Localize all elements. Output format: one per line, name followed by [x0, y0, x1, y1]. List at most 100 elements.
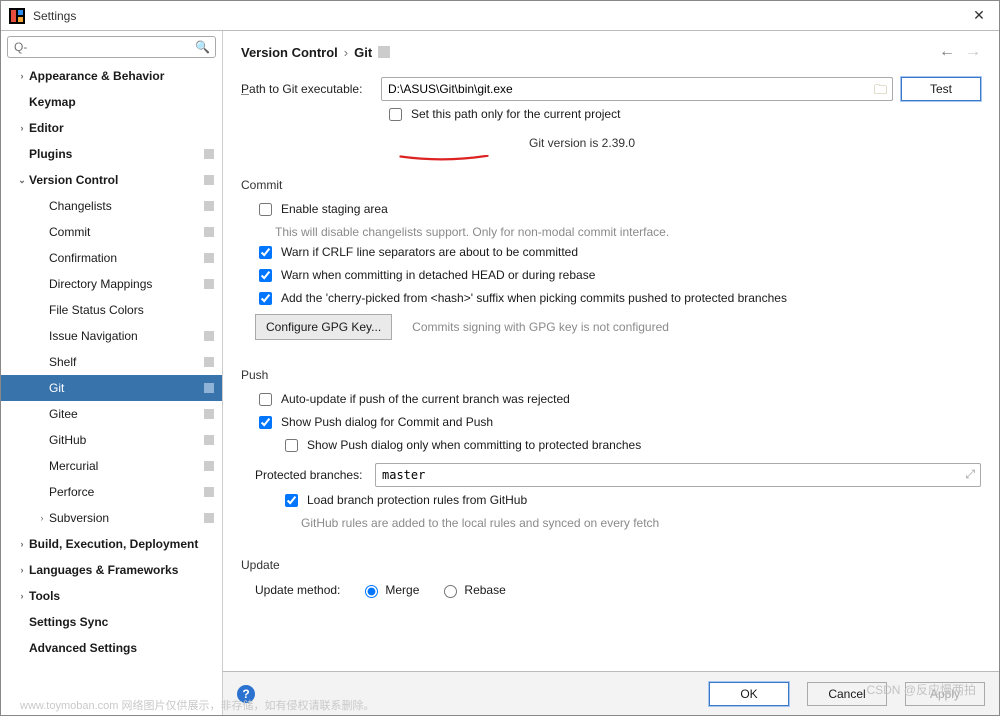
sidebar-item-languages-frameworks[interactable]: ›Languages & Frameworks	[1, 557, 222, 583]
sidebar-item-label: Subversion	[49, 511, 198, 525]
scope-icon	[202, 381, 216, 395]
git-path-input[interactable]	[381, 77, 893, 101]
show-push-checkbox[interactable]	[259, 416, 272, 429]
sidebar-item-label: Build, Execution, Deployment	[29, 537, 216, 551]
settings-tree[interactable]: ›Appearance & Behavior Keymap ›Editor Plugi…	[1, 63, 222, 715]
titlebar: Settings ✕	[1, 1, 999, 31]
warn-detached-label: Warn when committing in detached HEAD or…	[281, 268, 595, 282]
sidebar-item-label: File Status Colors	[49, 303, 216, 317]
load-rules-label: Load branch protection rules from GitHub	[307, 493, 527, 507]
show-push-protected-checkbox[interactable]	[285, 439, 298, 452]
sidebar-item-issue-navigation[interactable]: Issue Navigation	[1, 323, 222, 349]
sidebar-item-build-execution-deployment[interactable]: ›Build, Execution, Deployment	[1, 531, 222, 557]
scope-icon	[202, 225, 216, 239]
sidebar-item-appearance-behavior[interactable]: ›Appearance & Behavior	[1, 63, 222, 89]
configure-gpg-button[interactable]: Configure GPG Key...	[255, 314, 392, 340]
sidebar-item-label: Plugins	[29, 147, 198, 161]
sidebar: 🔍 ›Appearance & Behavior Keymap ›Editor Plu…	[1, 31, 223, 715]
sidebar-item-settings-sync[interactable]: Settings Sync	[1, 609, 222, 635]
sidebar-item-label: Mercurial	[49, 459, 198, 473]
sidebar-item-label: Confirmation	[49, 251, 198, 265]
sidebar-item-shelf[interactable]: Shelf	[1, 349, 222, 375]
scope-icon	[202, 511, 216, 525]
scope-icon	[202, 407, 216, 421]
protected-branches-input[interactable]	[375, 463, 981, 487]
sidebar-item-label: Version Control	[29, 173, 198, 187]
warn-crlf-label: Warn if CRLF line separators are about t…	[281, 245, 578, 259]
sidebar-item-file-status-colors[interactable]: File Status Colors	[1, 297, 222, 323]
sidebar-item-tools[interactable]: ›Tools	[1, 583, 222, 609]
rebase-label: Rebase	[464, 583, 505, 597]
sidebar-item-label: Issue Navigation	[49, 329, 198, 343]
enable-staging-checkbox[interactable]	[259, 203, 272, 216]
sidebar-item-plugins[interactable]: Plugins	[1, 141, 222, 167]
update-section-title: Update	[241, 558, 981, 572]
sidebar-item-label: Tools	[29, 589, 216, 603]
cherry-pick-label: Add the 'cherry-picked from <hash>' suff…	[281, 291, 787, 305]
push-section-title: Push	[241, 368, 981, 382]
sidebar-item-github[interactable]: GitHub	[1, 427, 222, 453]
test-button[interactable]: Test	[901, 77, 981, 101]
sidebar-item-label: GitHub	[49, 433, 198, 447]
sidebar-item-label: Keymap	[29, 95, 216, 109]
watermark-author: CSDN @反应慢两拍	[866, 681, 976, 698]
scope-icon	[202, 459, 216, 473]
window-title: Settings	[33, 9, 967, 23]
search-icon: 🔍	[195, 40, 210, 54]
sidebar-item-label: Advanced Settings	[29, 641, 216, 655]
sidebar-item-label: Directory Mappings	[49, 277, 198, 291]
git-version-text: Git version is 2.39.0	[529, 136, 635, 150]
ok-button[interactable]: OK	[709, 682, 789, 706]
sidebar-item-confirmation[interactable]: Confirmation	[1, 245, 222, 271]
sidebar-item-label: Shelf	[49, 355, 198, 369]
forward-icon[interactable]: →	[965, 43, 981, 61]
sidebar-item-label: Git	[49, 381, 198, 395]
breadcrumb-root[interactable]: Version Control	[241, 45, 338, 60]
show-push-protected-label: Show Push dialog only when committing to…	[307, 438, 641, 452]
merge-label: Merge	[385, 583, 419, 597]
sidebar-item-changelists[interactable]: Changelists	[1, 193, 222, 219]
breadcrumb-sep: ›	[344, 45, 348, 60]
auto-update-checkbox[interactable]	[259, 393, 272, 406]
load-rules-checkbox[interactable]	[285, 494, 298, 507]
warn-detached-checkbox[interactable]	[259, 269, 272, 282]
sidebar-item-version-control[interactable]: ⌄Version Control	[1, 167, 222, 193]
sidebar-item-editor[interactable]: ›Editor	[1, 115, 222, 141]
folder-icon[interactable]: 🗀	[874, 81, 887, 103]
scope-icon	[202, 251, 216, 265]
scope-icon	[202, 147, 216, 161]
back-icon[interactable]: ←	[939, 43, 955, 61]
sidebar-item-label: Languages & Frameworks	[29, 563, 216, 577]
path-label: Path to Git executable:	[241, 82, 381, 96]
update-method-label: Update method:	[255, 583, 340, 597]
merge-radio[interactable]	[365, 585, 378, 598]
rules-note: GitHub rules are added to the local rule…	[301, 516, 981, 530]
search-input[interactable]	[7, 36, 216, 58]
sidebar-item-keymap[interactable]: Keymap	[1, 89, 222, 115]
scope-icon	[202, 485, 216, 499]
expand-icon[interactable]: ⤢	[965, 467, 975, 482]
protected-branches-label: Protected branches:	[255, 468, 375, 482]
commit-section-title: Commit	[241, 178, 981, 192]
scope-icon	[202, 355, 216, 369]
sidebar-item-perforce[interactable]: Perforce	[1, 479, 222, 505]
set-path-label: Set this path only for the current proje…	[411, 107, 620, 121]
sidebar-item-label: Settings Sync	[29, 615, 216, 629]
sidebar-item-commit[interactable]: Commit	[1, 219, 222, 245]
cherry-pick-checkbox[interactable]	[259, 292, 272, 305]
close-icon[interactable]: ✕	[967, 7, 991, 24]
sidebar-item-label: Changelists	[49, 199, 198, 213]
sidebar-item-label: Perforce	[49, 485, 198, 499]
staging-note: This will disable changelists support. O…	[275, 225, 981, 239]
scope-icon	[202, 277, 216, 291]
breadcrumb-leaf: Git	[354, 45, 372, 60]
rebase-radio[interactable]	[444, 585, 457, 598]
sidebar-item-directory-mappings[interactable]: Directory Mappings	[1, 271, 222, 297]
warn-crlf-checkbox[interactable]	[259, 246, 272, 259]
sidebar-item-subversion[interactable]: ›Subversion	[1, 505, 222, 531]
set-path-current-project-checkbox[interactable]	[389, 108, 402, 121]
sidebar-item-git[interactable]: Git	[1, 375, 222, 401]
sidebar-item-mercurial[interactable]: Mercurial	[1, 453, 222, 479]
sidebar-item-advanced-settings[interactable]: Advanced Settings	[1, 635, 222, 661]
sidebar-item-gitee[interactable]: Gitee	[1, 401, 222, 427]
